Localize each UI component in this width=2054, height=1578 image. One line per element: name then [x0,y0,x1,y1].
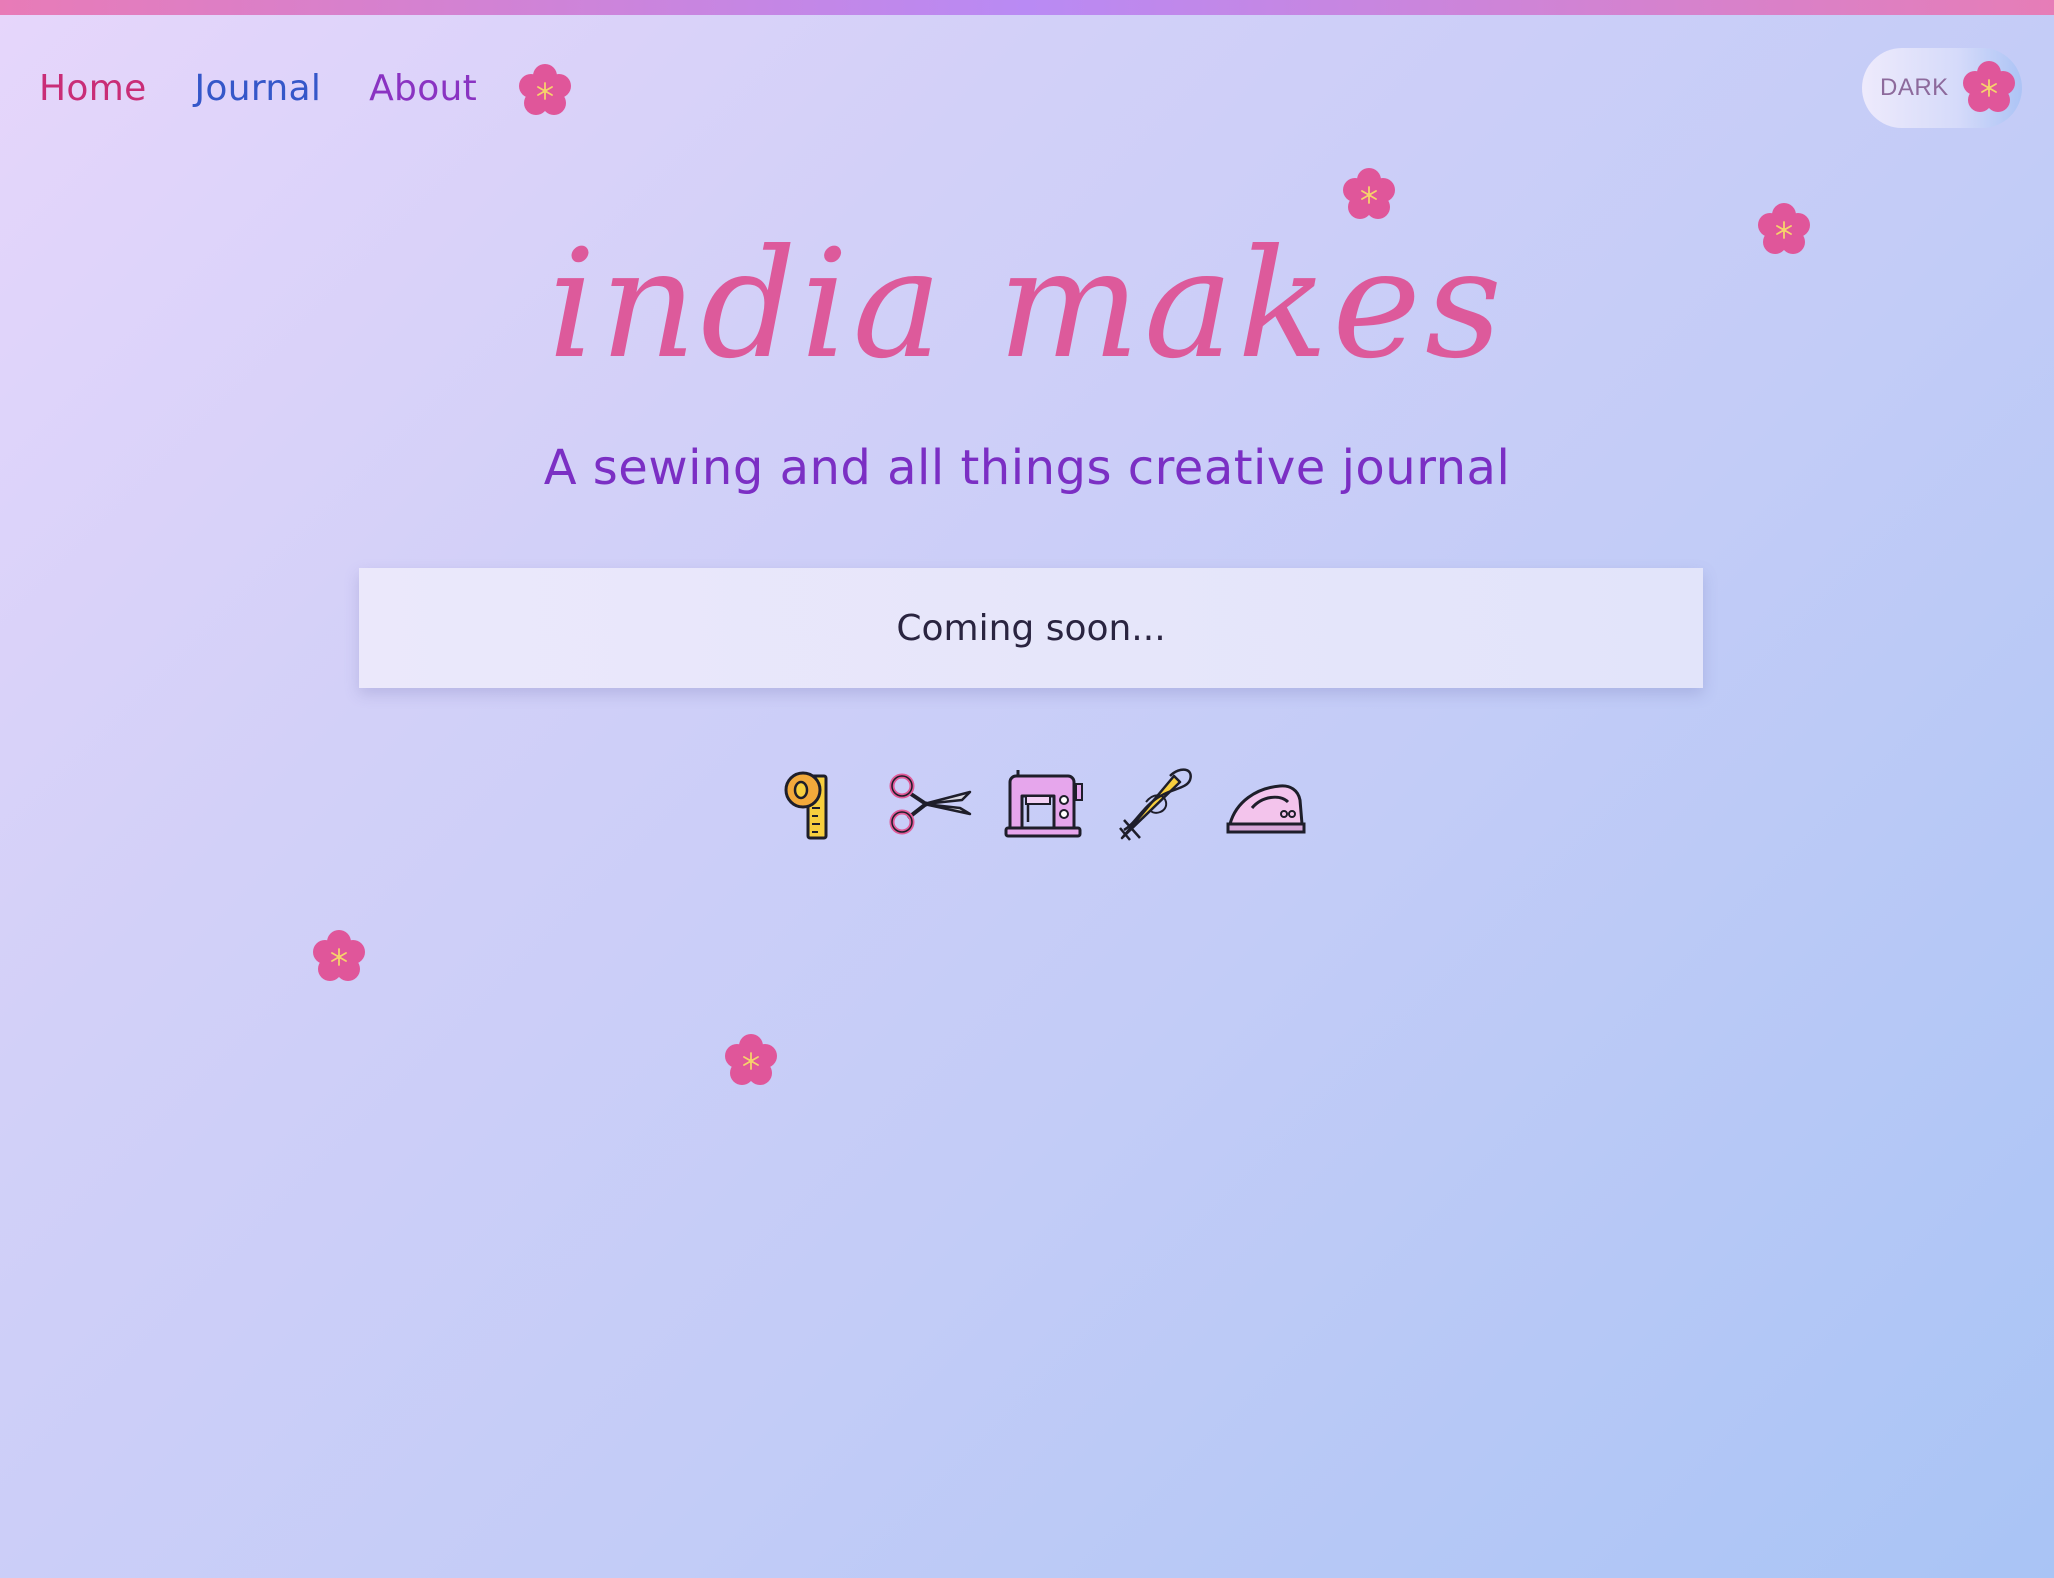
dark-mode-label: DARK [1880,74,1949,101]
nav-about-link[interactable]: About [369,68,477,109]
coming-soon-card: Coming soon... [359,568,1703,688]
needle-thread-icon [1119,768,1192,841]
site-title: india makes [548,218,1506,392]
main-nav: Home Journal About [39,60,525,116]
nav-journal-link[interactable]: Journal [195,68,322,109]
dark-mode-toggle[interactable]: DARK [1862,48,2022,128]
flower-icon [1958,57,2020,119]
flower-icon [308,926,370,988]
iron-icon [1226,784,1306,834]
flower-icon [514,60,576,122]
sewing-machine-icon [1004,770,1083,838]
scissors-icon [889,773,972,835]
measuring-tape-icon [784,771,828,840]
sewing-tools-row [774,760,1334,850]
site-subtitle: A sewing and all things creative journal [543,440,1511,496]
coming-soon-text: Coming soon... [896,607,1166,649]
top-accent-bar [0,0,2054,15]
nav-home-link[interactable]: Home [39,68,147,109]
flower-icon [720,1030,782,1092]
